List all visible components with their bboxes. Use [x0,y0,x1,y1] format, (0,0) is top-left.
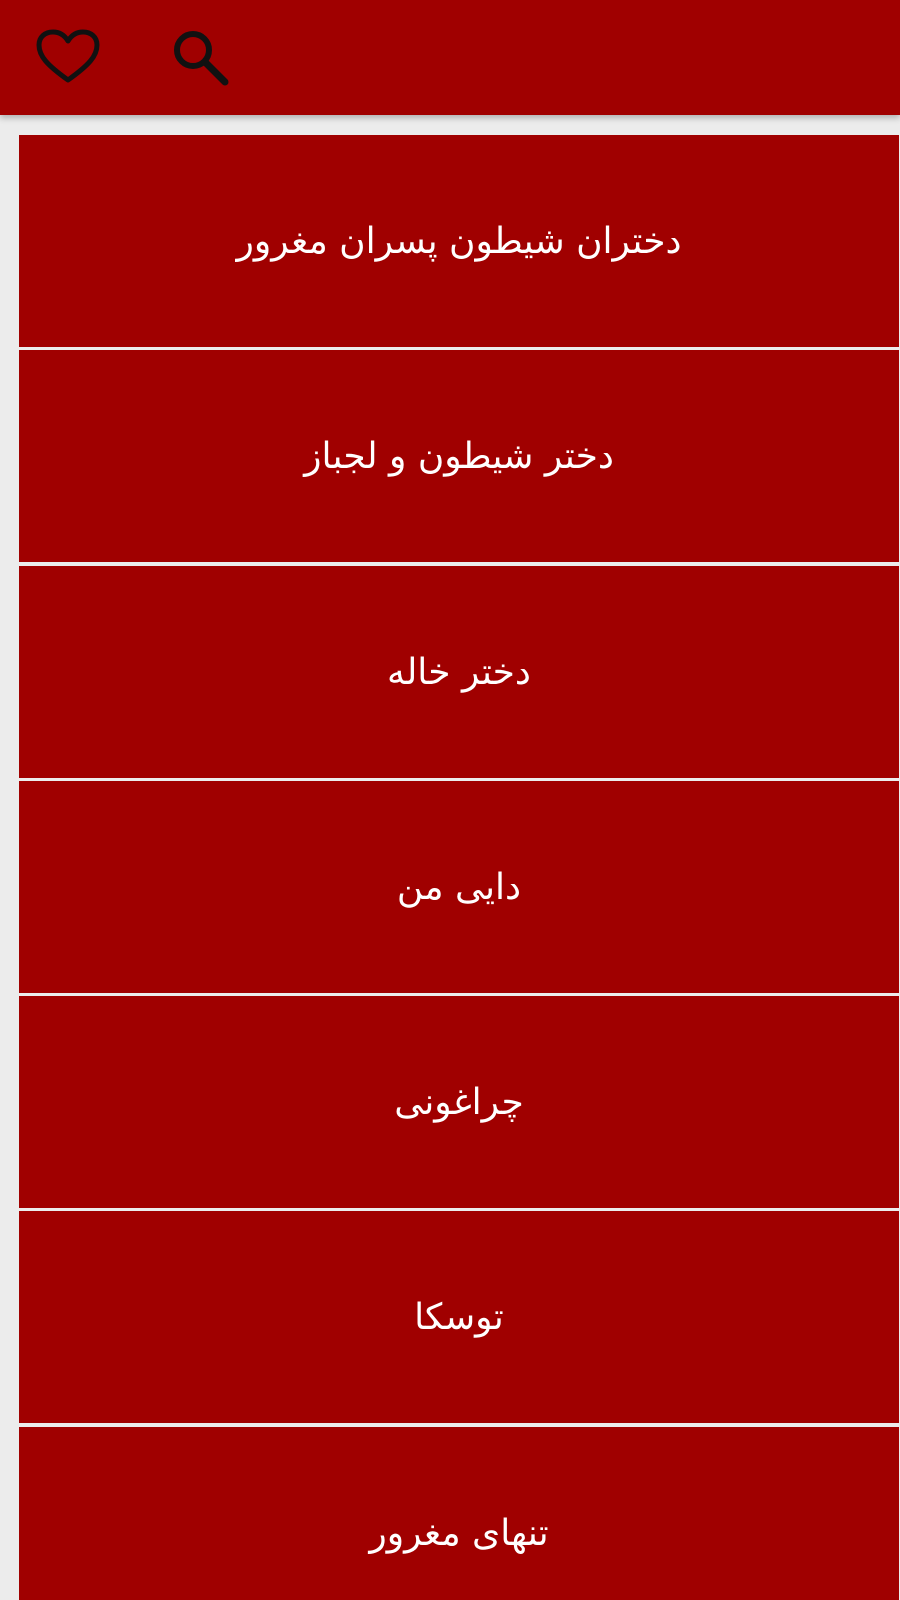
story-title: تنهای مغرور [369,1512,549,1554]
story-title: چراغونی [394,1081,524,1123]
list-item-story-5[interactable]: چراغونی [19,996,899,1208]
list-item-story-6[interactable]: توسکا [19,1211,899,1423]
favorites-button[interactable] [33,22,103,92]
story-title: دختران شیطون پسران مغرور [236,220,682,262]
story-title: دختر خاله [387,651,531,693]
list-item-story-7[interactable]: تنهای مغرور [19,1427,899,1600]
story-title: دایی من [396,866,522,908]
list-item-story-4[interactable]: دایی من [19,781,899,993]
list-item-story-2[interactable]: دختر شیطون و لجباز [19,350,899,562]
list-item-story-1[interactable]: دختران شیطون پسران مغرور [19,135,899,347]
heart-icon [36,29,100,83]
story-list[interactable]: دختران شیطون پسران مغرور دختر شیطون و لج… [0,115,900,1600]
top-app-bar [0,0,900,115]
list-item-story-3[interactable]: دختر خاله [19,566,899,778]
story-title: دختر شیطون و لجباز [304,435,614,477]
search-button[interactable] [165,22,235,92]
story-title: توسکا [414,1296,504,1338]
search-icon [174,31,229,86]
